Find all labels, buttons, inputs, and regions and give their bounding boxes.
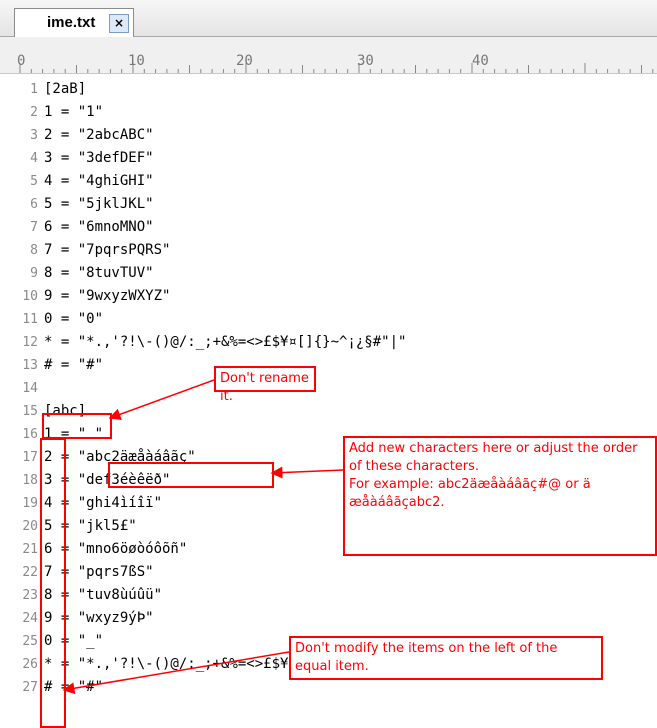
line-text[interactable]: 2 = "2abcABC" — [44, 124, 154, 147]
code-line: 13 # = "#" — [0, 354, 657, 377]
ruler-ticks — [19, 63, 654, 73]
line-number: 14 — [22, 381, 38, 396]
line-text[interactable]: 8 = "8tuvTUV" — [44, 262, 154, 285]
annotation-dont-modify: Don't modify the items on the left of th… — [289, 636, 603, 680]
line-number: 17 — [22, 450, 38, 465]
line-text[interactable]: 3 = "3defDEF" — [44, 147, 154, 170]
line-text[interactable]: 4 = "4ghiGHI" — [44, 170, 154, 193]
code-line: 24 9 = "wxyz9ýÞ" — [0, 607, 657, 630]
line-number: 3 — [30, 128, 38, 143]
line-text[interactable]: [2aB] — [44, 78, 86, 101]
line-number: 21 — [22, 542, 38, 557]
ruler-mark: 20 — [236, 53, 253, 69]
annotation-example: For example: abc2äæåàáâãç#@ or ä æåàáâãç… — [349, 477, 591, 510]
line-text[interactable]: 0 = "0" — [44, 308, 103, 331]
annotation-add-characters: Add new characters here or adjust the or… — [343, 436, 657, 556]
line-number: 7 — [30, 220, 38, 235]
code-line: 1 [2aB] — [0, 78, 657, 101]
line-number: 11 — [22, 312, 38, 327]
line-text[interactable]: # = "#" — [44, 354, 103, 377]
line-text[interactable]: 1 = "1" — [44, 101, 103, 124]
text-editor[interactable]: 1 [2aB] 2 1 = "1" 3 2 = "2abcABC" 4 3 = "3defDE… — [0, 77, 657, 718]
line-text[interactable]: * = "*.,'?!\-()@/:_;+&%=<>£$¥¤[]{}~^¡¿§#… — [44, 331, 406, 354]
code-line: 23 8 = "tuv8ùúûü" — [0, 584, 657, 607]
code-line: 12 * = "*.,'?!\-()@/:_;+&%=<>£$¥¤[]{}~^¡¿… — [0, 331, 657, 354]
code-line: 9 8 = "8tuvTUV" — [0, 262, 657, 285]
line-number: 16 — [22, 427, 38, 442]
line-number: 12 — [22, 335, 38, 350]
code-line: 2 1 = "1" — [0, 101, 657, 124]
line-number: 1 — [30, 82, 38, 97]
characters-highlight — [108, 462, 274, 488]
line-number: 4 — [30, 151, 38, 166]
line-number: 24 — [22, 611, 38, 626]
line-number: 15 — [22, 404, 38, 419]
code-line: 10 9 = "9wxyzWXYZ" — [0, 285, 657, 308]
line-number: 25 — [22, 634, 38, 649]
code-line: 6 5 = "5jklJKL" — [0, 193, 657, 216]
line-number: 27 — [22, 680, 38, 695]
code-line: 7 6 = "6mnoMNO" — [0, 216, 657, 239]
ruler-mark: 30 — [357, 53, 374, 69]
code-line: 11 0 = "0" — [0, 308, 657, 331]
column-ruler: 0 10 20 30 40 — [0, 37, 657, 74]
line-number: 20 — [22, 519, 38, 534]
tab-bar: ime.txt × — [0, 0, 657, 37]
code-line: 5 4 = "4ghiGHI" — [0, 170, 657, 193]
line-number: 10 — [22, 289, 38, 304]
code-line: 4 3 = "3defDEF" — [0, 147, 657, 170]
line-number: 18 — [22, 473, 38, 488]
code-line: 3 2 = "2abcABC" — [0, 124, 657, 147]
tab-label: ime.txt — [47, 14, 96, 31]
line-text[interactable]: 5 = "5jklJKL" — [44, 193, 154, 216]
section-header-highlight — [42, 413, 112, 439]
annotation-text: Don't modify the items on the left of th… — [295, 641, 558, 674]
line-number: 8 — [30, 243, 38, 258]
line-number: 9 — [30, 266, 38, 281]
line-text[interactable]: 7 = "7pqrsPQRS" — [44, 239, 170, 262]
line-number: 22 — [22, 565, 38, 580]
ruler-mark: 0 — [17, 53, 26, 69]
tab-ime-txt[interactable]: ime.txt × — [14, 8, 134, 37]
close-icon[interactable]: × — [109, 14, 129, 33]
annotation-dont-rename: Don't rename it. — [214, 366, 316, 404]
line-number: 26 — [22, 657, 38, 672]
line-text[interactable]: 9 = "9wxyzWXYZ" — [44, 285, 170, 308]
annotation-text: Add new characters here or adjust the or… — [349, 441, 638, 474]
code-line: 8 7 = "7pqrsPQRS" — [0, 239, 657, 262]
line-number: 19 — [22, 496, 38, 511]
line-number: 6 — [30, 197, 38, 212]
ruler-mark: 10 — [128, 53, 145, 69]
ruler-mark: 40 — [472, 53, 489, 69]
code-line: 22 7 = "pqrs7ßS" — [0, 561, 657, 584]
line-number: 2 — [30, 105, 38, 120]
line-text[interactable]: 6 = "6mnoMNO" — [44, 216, 154, 239]
keys-column-highlight — [40, 438, 66, 728]
line-number: 5 — [30, 174, 38, 189]
line-number: 23 — [22, 588, 38, 603]
line-number: 13 — [22, 358, 38, 373]
code-line: 14 — [0, 377, 657, 400]
